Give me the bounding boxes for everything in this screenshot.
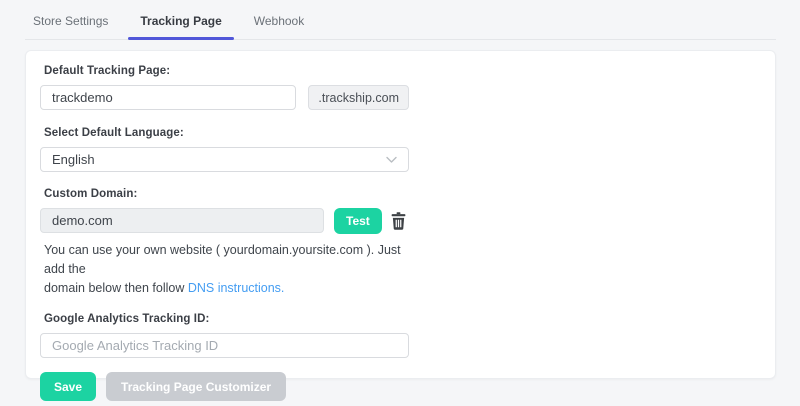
dns-instructions-link[interactable]: DNS instructions. <box>188 281 285 295</box>
help-line-1: You can use your own website ( yourdomai… <box>44 243 401 276</box>
default-tracking-page-label: Default Tracking Page: <box>44 65 171 77</box>
tab-tracking-page[interactable]: Tracking Page <box>128 14 235 40</box>
language-select[interactable]: English <box>40 147 409 172</box>
google-analytics-section: Google Analytics Tracking ID: <box>40 313 775 358</box>
tracking-page-customizer-button[interactable]: Tracking Page Customizer <box>106 372 287 401</box>
actions-row: Save Tracking Page Customizer <box>40 372 775 401</box>
custom-domain-section: Custom Domain: Test You can use yo <box>40 188 775 298</box>
language-selected-value: English <box>52 152 95 167</box>
chevron-down-icon <box>386 156 397 163</box>
tab-store-settings[interactable]: Store Settings <box>33 14 108 39</box>
custom-domain-label: Custom Domain: <box>44 188 138 200</box>
tracking-page-settings-card: Default Tracking Page: .trackship.com Se… <box>25 50 776 401</box>
custom-domain-input[interactable] <box>40 208 324 233</box>
tab-webhook[interactable]: Webhook <box>254 14 304 39</box>
default-tracking-page-input[interactable] <box>40 85 297 110</box>
tracking-domain-suffix: .trackship.com <box>308 85 409 110</box>
google-analytics-input[interactable] <box>40 333 409 358</box>
default-tracking-page-section: Default Tracking Page: .trackship.com <box>40 65 775 110</box>
help-line-2: domain below then follow DNS instruction… <box>44 281 285 295</box>
language-section: Select Default Language: English <box>40 127 775 172</box>
delete-domain-button[interactable] <box>391 208 406 234</box>
save-button[interactable]: Save <box>40 372 97 401</box>
tabs-bar: Store Settings Tracking Page Webhook <box>25 0 776 40</box>
custom-domain-help-text: You can use your own website ( yourdomai… <box>44 241 424 298</box>
test-domain-button[interactable]: Test <box>334 208 382 234</box>
trash-icon <box>391 212 406 230</box>
language-label: Select Default Language: <box>44 127 184 139</box>
google-analytics-label: Google Analytics Tracking ID: <box>44 313 210 325</box>
